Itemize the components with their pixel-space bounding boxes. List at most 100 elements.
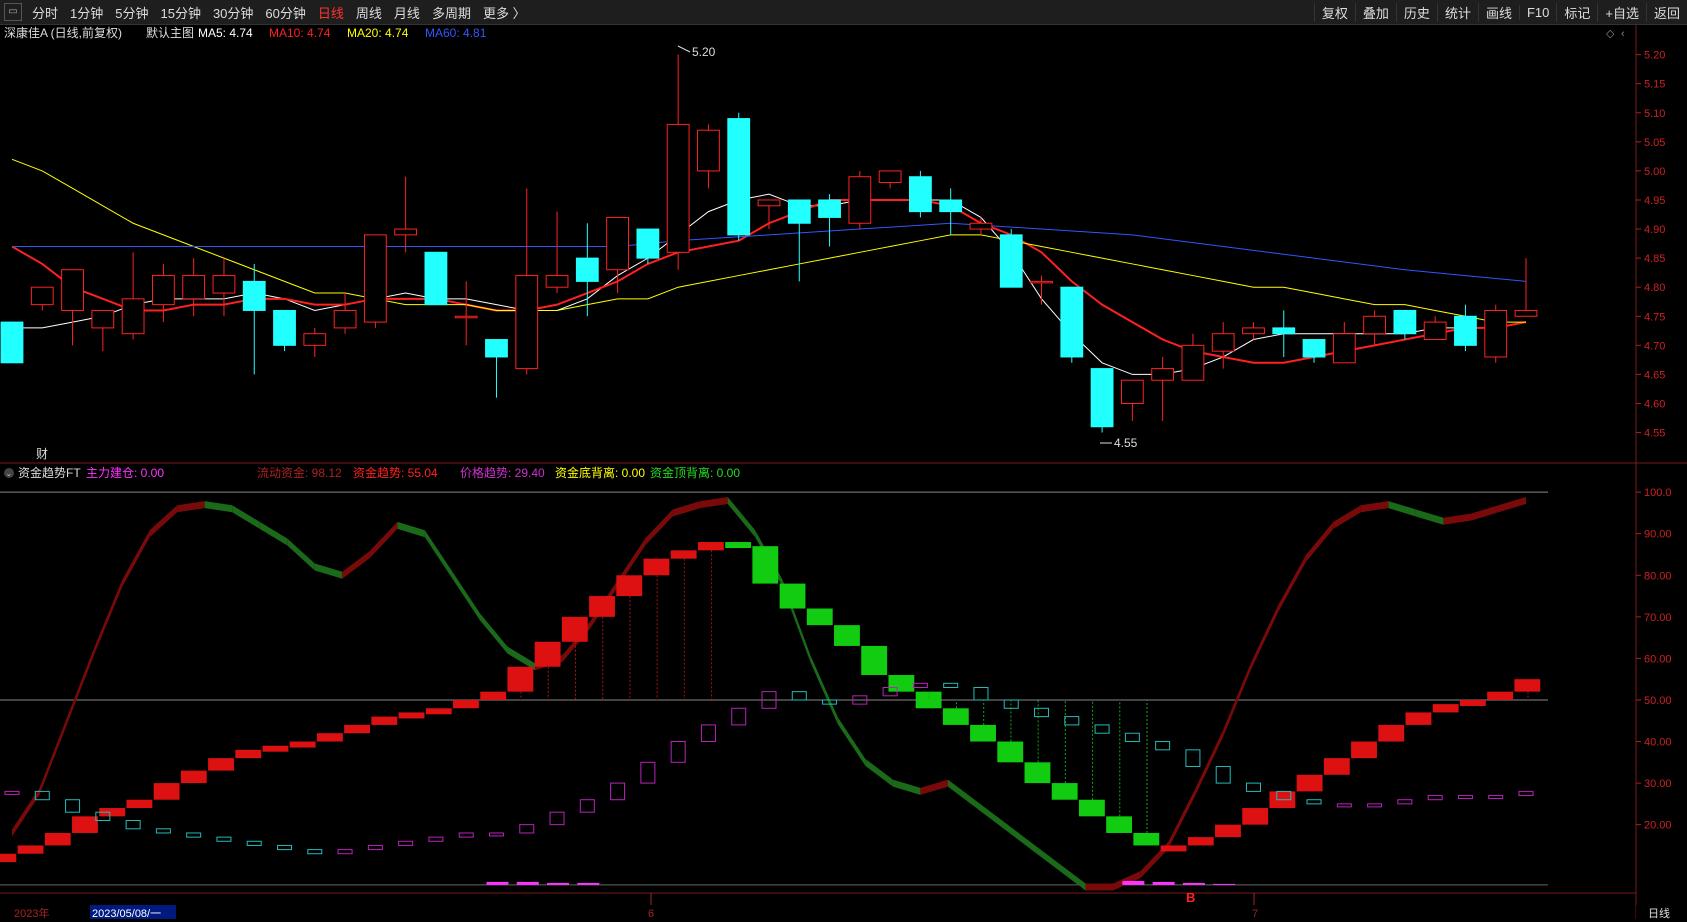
candle-body bbox=[1454, 315, 1477, 346]
indicator-tick-label: 90.00 bbox=[1644, 529, 1672, 541]
fund-trend-block bbox=[208, 758, 234, 771]
indicator-tick-label: 100.0 bbox=[1644, 487, 1672, 499]
fund-trend-block bbox=[888, 675, 915, 692]
period-corner-label[interactable]: 日线 bbox=[1648, 906, 1670, 920]
candle-body bbox=[727, 118, 751, 236]
fund-trend-block bbox=[1323, 758, 1350, 775]
kline-chart[interactable]: 深康佳A (日线,前复权) 默认主图 MA5: 4.74 MA10: 4.74 MA… bbox=[0, 25, 1687, 920]
tool-button-5[interactable]: F10 bbox=[1518, 4, 1556, 20]
window-restore-icon[interactable]: ▭ bbox=[4, 3, 22, 21]
period-toolbar: ▭ 分时 1分钟 5分钟 15分钟 30分钟 60分钟 日线 周线 月线 多周期 更多 〉 复权 叠加… bbox=[0, 0, 1687, 25]
ma-legend-item: MA5: 4.74 bbox=[198, 26, 253, 40]
candle-body bbox=[908, 176, 932, 213]
period-tab-7[interactable]: 周线 bbox=[350, 3, 388, 22]
main-build-bar bbox=[516, 881, 539, 885]
indicator-legend-item: 资金底背离: 0.00 bbox=[555, 465, 645, 480]
chart-area[interactable]: 深康佳A (日线,前复权) 默认主图 MA5: 4.74 MA10: 4.74 MA… bbox=[0, 25, 1687, 920]
candle-body bbox=[1302, 339, 1326, 358]
indicator-legend-item: 主力建仓: 0.00 bbox=[86, 466, 164, 480]
fund-trend-block bbox=[697, 542, 724, 551]
fund-trend-block bbox=[1405, 712, 1432, 725]
fund-trend-block bbox=[453, 699, 479, 709]
candle-body bbox=[1242, 327, 1265, 335]
indicator-legend-item: 价格趋势: 29.40 bbox=[460, 465, 545, 480]
candle-body bbox=[1030, 280, 1053, 284]
fund-trend-block bbox=[1487, 691, 1514, 700]
tool-button-2[interactable]: 历史 bbox=[1395, 2, 1437, 22]
fund-trend-block bbox=[425, 708, 452, 715]
fund-trend-block bbox=[725, 542, 752, 549]
main-build-bar bbox=[1152, 881, 1175, 885]
month-label-7: 7 bbox=[1252, 908, 1258, 919]
price-tick-label: 4.95 bbox=[1644, 195, 1665, 207]
period-tab-6[interactable]: 日线 bbox=[312, 3, 350, 22]
high-price-label: 5.20 bbox=[692, 45, 716, 59]
period-tabs: ▭ 分时 1分钟 5分钟 15分钟 30分钟 60分钟 日线 周线 月线 多周期 更多 〉 bbox=[0, 0, 532, 24]
candle-body bbox=[242, 280, 266, 311]
candle-body bbox=[878, 170, 902, 184]
period-tab-2[interactable]: 5分钟 bbox=[109, 3, 154, 22]
candle-body bbox=[1090, 368, 1114, 428]
period-tab-9[interactable]: 多周期 bbox=[426, 3, 477, 22]
candle-body bbox=[182, 275, 206, 300]
price-tick-label: 5.15 bbox=[1644, 79, 1665, 91]
tool-button-7[interactable]: +自选 bbox=[1597, 2, 1646, 22]
period-tab-3[interactable]: 15分钟 bbox=[154, 3, 206, 22]
fund-trend-block bbox=[316, 733, 343, 742]
indicator-legend-item: 资金顶背离: 0.00 bbox=[650, 465, 740, 480]
svg-text:⌄: ⌄ bbox=[6, 469, 13, 478]
fund-trend-block bbox=[1242, 808, 1269, 825]
main-build-bar bbox=[1182, 882, 1205, 885]
fund-trend-block bbox=[670, 550, 697, 559]
candle-body bbox=[1393, 309, 1417, 335]
tool-button-1[interactable]: 叠加 bbox=[1354, 2, 1396, 22]
diamond-icon[interactable]: ◇ bbox=[1606, 28, 1615, 40]
period-tab-5[interactable]: 60分钟 bbox=[259, 3, 311, 22]
tool-buttons: 复权 叠加 历史 统计 画线 F10 标记 +自选 返回 bbox=[1313, 0, 1687, 24]
tool-button-0[interactable]: 复权 bbox=[1313, 2, 1355, 22]
year-label: 2023年 bbox=[14, 906, 49, 919]
fund-trend-block bbox=[1024, 762, 1051, 784]
fund-trend-block bbox=[534, 641, 561, 667]
indicator-axis-labels: 100.0 90.00 80.00 70.00 60.00 50.00 40.00 30.00… bbox=[1644, 487, 1672, 832]
indicator-name: 资金趋势FT bbox=[18, 465, 81, 480]
indicator-legend-item: 流动资金: 98.12 bbox=[257, 465, 342, 480]
chevron-left-icon[interactable]: ‹ bbox=[1621, 28, 1625, 40]
fund-trend-block bbox=[779, 583, 806, 609]
cai-finance-badge[interactable]: 财 bbox=[36, 447, 48, 461]
fund-trend-block bbox=[72, 816, 98, 833]
candle-body bbox=[999, 234, 1023, 288]
fund-trend-block bbox=[643, 558, 670, 576]
candle-body bbox=[636, 228, 660, 259]
period-tab-8[interactable]: 月线 bbox=[388, 3, 426, 22]
main-build-bar bbox=[577, 882, 600, 885]
price-tick-label: 4.75 bbox=[1644, 311, 1665, 323]
tool-button-3[interactable]: 统计 bbox=[1436, 2, 1478, 22]
fund-trend-block bbox=[616, 575, 643, 597]
fund-trend-block bbox=[262, 745, 289, 752]
candle-body bbox=[454, 315, 478, 319]
fund-trend-block bbox=[970, 724, 996, 742]
candle-body bbox=[787, 199, 811, 224]
tool-button-6[interactable]: 标记 bbox=[1556, 2, 1597, 22]
indicator-legend: ⌄ 资金趋势FT 主力建仓: 0.00 流动资金: 98.12 资金趋势: 55.0… bbox=[4, 465, 740, 480]
fund-trend-block bbox=[371, 716, 398, 725]
candle-body bbox=[939, 199, 963, 213]
tool-button-8[interactable]: 返回 bbox=[1645, 2, 1687, 22]
period-tab-4[interactable]: 30分钟 bbox=[207, 3, 259, 22]
period-tab-10[interactable]: 更多 〉 bbox=[477, 3, 532, 22]
candle-body bbox=[30, 286, 54, 306]
period-tab-1[interactable]: 1分钟 bbox=[64, 3, 109, 22]
indicator-tick-label: 50.00 bbox=[1644, 695, 1672, 707]
price-tick-label: 4.90 bbox=[1644, 224, 1665, 236]
stock-label: 深康佳A (日线,前复权) bbox=[4, 25, 122, 40]
candle-body bbox=[1211, 333, 1235, 352]
fund-trend-block bbox=[915, 691, 942, 709]
fund-trend-block bbox=[1514, 679, 1541, 692]
period-tab-0[interactable]: 分时 bbox=[26, 3, 64, 22]
candle-body bbox=[848, 176, 872, 224]
candle-body bbox=[273, 309, 296, 346]
tool-button-4[interactable]: 画线 bbox=[1477, 2, 1519, 22]
fund-trend-block bbox=[126, 799, 153, 809]
fund-trend-block bbox=[1078, 799, 1105, 817]
